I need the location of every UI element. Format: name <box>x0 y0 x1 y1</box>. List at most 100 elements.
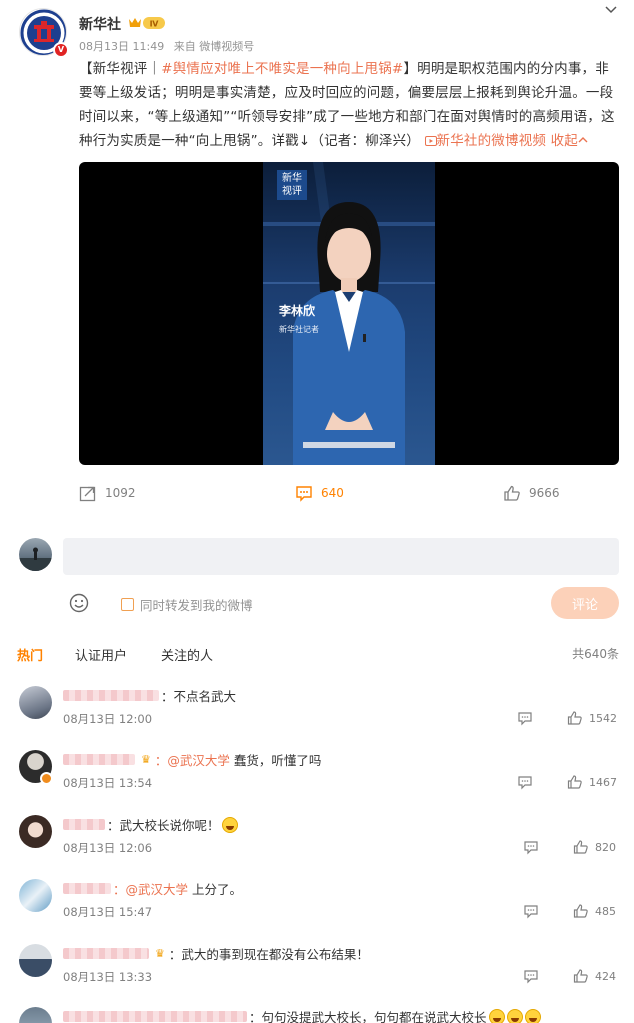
comment-line: ：句句没提武大校长，句句都在说武大校长 <box>63 1007 541 1023</box>
topic-link[interactable]: #舆情应对唯上不唯实是一种向上甩锅# <box>161 61 403 77</box>
commenter-avatar[interactable] <box>19 1007 52 1023</box>
comment-time: 08月13日 12:06 <box>63 841 153 855</box>
tab-verified[interactable]: 认证用户 <box>75 645 127 664</box>
comment-item: ：句句没提武大校长，句句都在说武大校长 <box>0 1007 634 1023</box>
commenter-avatar[interactable] <box>19 944 52 977</box>
comment-text: 蠢货，听懂了吗 <box>233 753 322 768</box>
forward-icon <box>79 486 96 502</box>
post-actions: 1092 640 9666 <box>0 484 634 504</box>
commenter-name-blurred[interactable] <box>63 883 111 894</box>
commenter-name-blurred[interactable] <box>63 1011 247 1022</box>
collapse-chevron-icon <box>578 137 588 143</box>
commenter-name-blurred[interactable] <box>63 819 105 830</box>
mention-link[interactable]: ：@武汉大学 <box>155 750 230 769</box>
comment-like-count: 424 <box>595 969 616 983</box>
content-prefix: 【新华视评｜ <box>79 61 162 77</box>
reply-icon <box>518 712 532 726</box>
video-player[interactable]: 新华 视评 李林欣 新华社记者 <box>79 162 619 465</box>
reply-button[interactable] <box>523 903 539 919</box>
comment-text: ：句句没提武大校长，句句都在说武大校长 <box>249 1010 487 1023</box>
anchor-name: 李林欣 <box>279 304 316 318</box>
forward-to-my-weibo[interactable]: 同时转发到我的微博 <box>121 595 253 614</box>
comment-total: 共640条 <box>572 647 619 661</box>
laugh-emoji-icon <box>221 816 238 833</box>
video-frame: 新华 视评 李林欣 新华社记者 <box>263 162 435 465</box>
comment-item: ：不点名武大 08月13日 12:00 1542 <box>0 686 634 746</box>
forward-checkbox[interactable] <box>121 598 134 611</box>
laugh-emoji-icon <box>488 1008 505 1023</box>
video-link[interactable]: 新华社的微博视频 <box>424 133 547 149</box>
laugh-emoji-icon <box>506 1008 523 1023</box>
comment-like-button[interactable]: 820 <box>573 839 616 855</box>
comment-line: ♛ ：武大的事到现在都没有公布结果！ <box>63 944 369 963</box>
comment-line: ：不点名武大 <box>63 686 236 705</box>
submit-comment-button[interactable]: 评论 <box>551 587 619 619</box>
commenter-name-blurred[interactable] <box>63 690 159 701</box>
comment-time: 08月13日 13:54 <box>63 776 153 790</box>
post-meta: 08月13日 11:49 来自 微博视频号 <box>79 38 260 54</box>
commenter-name-blurred[interactable] <box>63 948 149 959</box>
comment-button[interactable]: 640 <box>295 484 344 502</box>
tab-hot[interactable]: 热门 <box>17 645 43 664</box>
laugh-emoji-icon <box>524 1008 541 1023</box>
commenter-avatar[interactable] <box>19 879 52 912</box>
xinhua-commentary-logo: 新华 视评 <box>277 170 307 200</box>
reply-icon <box>524 970 538 984</box>
reply-button[interactable] <box>523 968 539 984</box>
reply-button[interactable] <box>517 710 533 726</box>
mention-link[interactable]: ：@武汉大学 <box>113 879 188 898</box>
reply-icon <box>524 841 538 855</box>
collapse-button[interactable]: 收起 <box>551 133 588 149</box>
comment-input[interactable] <box>63 538 619 575</box>
like-icon <box>573 840 588 854</box>
tab-following[interactable]: 关注的人 <box>161 645 213 664</box>
comment-item: ♛ ：武大的事到现在都没有公布结果！ 08月13日 13:33 424 <box>0 944 634 1004</box>
forward-count: 1092 <box>105 486 136 500</box>
comment-count: 640 <box>321 486 344 500</box>
comment-like-button[interactable]: 424 <box>573 968 616 984</box>
comment-icon <box>296 486 312 502</box>
comment-item: ：武大校长说你呢！ 08月13日 12:06 820 <box>0 815 634 875</box>
more-chevron-icon[interactable] <box>603 2 619 18</box>
svg-text:Ⅳ: Ⅳ <box>150 20 159 29</box>
comment-like-count: 1467 <box>589 775 617 789</box>
reply-button[interactable] <box>523 839 539 855</box>
verified-badge-icon <box>40 772 53 785</box>
comment-line: ：@武汉大学 上分了。 <box>63 879 242 898</box>
video-link-icon <box>424 136 437 146</box>
like-count: 9666 <box>529 486 560 500</box>
crown-icon: ♛ <box>141 753 151 766</box>
forward-label: 同时转发到我的微博 <box>140 598 253 613</box>
author-name[interactable]: 新华社 <box>79 14 121 34</box>
commenter-avatar[interactable] <box>19 815 52 848</box>
comment-time: 08月13日 12:00 <box>63 712 153 726</box>
comment-text: 上分了。 <box>192 882 243 897</box>
like-icon <box>567 775 582 789</box>
comment-like-count: 820 <box>595 840 616 854</box>
reply-button[interactable] <box>517 774 533 790</box>
comment-like-button[interactable]: 1467 <box>567 774 617 790</box>
current-user-avatar[interactable] <box>19 538 52 571</box>
emoji-icon[interactable] <box>69 593 89 613</box>
crown-icon: ♛ <box>155 947 165 960</box>
post-source: 来自 微博视频号 <box>173 40 255 53</box>
comment-like-count: 485 <box>595 904 616 918</box>
like-icon <box>573 969 588 983</box>
like-icon <box>567 711 582 725</box>
comment-text: ：武大校长说你呢！ <box>107 818 220 833</box>
comment-like-button[interactable]: 1542 <box>567 710 617 726</box>
level-crown-icon: Ⅳ <box>129 17 165 29</box>
commenter-avatar[interactable] <box>19 686 52 719</box>
like-icon <box>573 904 588 918</box>
post-date[interactable]: 08月13日 11:49 <box>79 40 164 53</box>
comment-line: ♛ ：@武汉大学 蠢货，听懂了吗 <box>63 750 321 769</box>
comment-line: ：武大校长说你呢！ <box>63 815 238 834</box>
commenter-name-blurred[interactable] <box>63 754 135 765</box>
verified-badge-icon: V <box>53 42 69 58</box>
forward-button[interactable]: 1092 <box>79 484 136 502</box>
reply-icon <box>518 776 532 790</box>
comment-like-button[interactable]: 485 <box>573 903 616 919</box>
comment-text: ：不点名武大 <box>161 689 237 704</box>
like-button[interactable]: 9666 <box>503 484 560 502</box>
comment-like-count: 1542 <box>589 711 617 725</box>
